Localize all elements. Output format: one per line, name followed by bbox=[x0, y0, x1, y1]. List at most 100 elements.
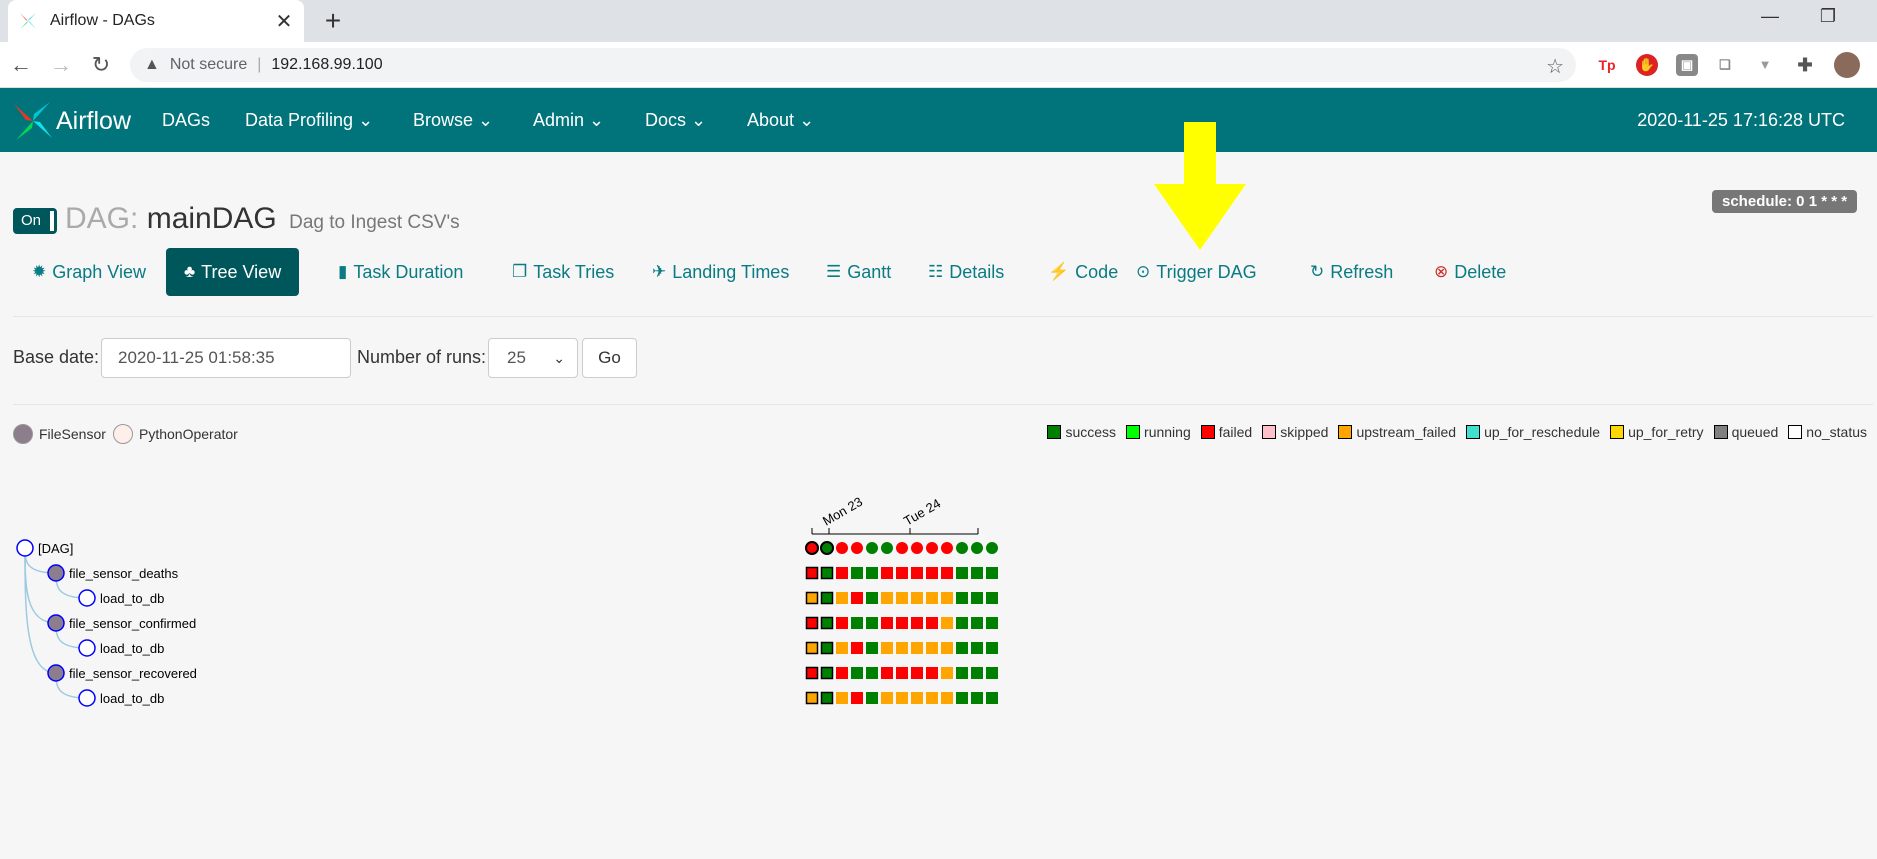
tab-gantt[interactable]: ☰ Gantt bbox=[808, 248, 909, 296]
tab-details[interactable]: ☷ Details bbox=[910, 248, 1022, 296]
close-tab-icon[interactable]: ✕ bbox=[274, 9, 294, 34]
task-instance-square[interactable] bbox=[820, 591, 834, 605]
task-instance-square[interactable] bbox=[881, 567, 893, 579]
task-instance-square[interactable] bbox=[820, 641, 834, 655]
task-instance-square[interactable] bbox=[805, 641, 819, 655]
forward-icon[interactable]: → bbox=[48, 52, 74, 78]
task-instance-square[interactable] bbox=[805, 691, 819, 705]
task-instance-square[interactable] bbox=[986, 692, 998, 704]
task-instance-square[interactable] bbox=[971, 617, 983, 629]
task-instance-square[interactable] bbox=[971, 667, 983, 679]
nav-browse[interactable]: Browse ⌄ bbox=[413, 110, 493, 131]
dag-run-circle[interactable] bbox=[836, 542, 848, 554]
nav-docs[interactable]: Docs ⌄ bbox=[645, 110, 706, 131]
bookmark-star-icon[interactable]: ☆ bbox=[1546, 54, 1564, 79]
task-instance-square[interactable] bbox=[836, 617, 848, 629]
task-label[interactable]: load_to_db bbox=[100, 641, 164, 656]
go-button[interactable]: Go bbox=[582, 338, 637, 378]
task-node[interactable] bbox=[78, 589, 96, 607]
task-instance-square[interactable] bbox=[866, 642, 878, 654]
num-runs-select[interactable]: 25 ⌄ bbox=[488, 338, 578, 378]
task-instance-square[interactable] bbox=[926, 567, 938, 579]
task-instance-square[interactable] bbox=[941, 567, 953, 579]
nav-data-profiling[interactable]: Data Profiling ⌄ bbox=[245, 110, 373, 131]
task-label[interactable]: file_sensor_deaths bbox=[69, 566, 179, 581]
extension-v-icon[interactable]: ▼ bbox=[1754, 54, 1776, 76]
task-instance-square[interactable] bbox=[911, 617, 923, 629]
tab-graph-view[interactable]: ✹ Graph View bbox=[14, 248, 164, 296]
task-node[interactable] bbox=[47, 664, 65, 682]
dag-run-circle[interactable] bbox=[820, 541, 834, 555]
task-instance-square[interactable] bbox=[911, 667, 923, 679]
task-instance-square[interactable] bbox=[971, 642, 983, 654]
task-instance-square[interactable] bbox=[926, 667, 938, 679]
dag-run-circle[interactable] bbox=[986, 542, 998, 554]
dag-run-circle[interactable] bbox=[805, 541, 819, 555]
dag-run-circle[interactable] bbox=[896, 542, 908, 554]
task-instance-square[interactable] bbox=[986, 567, 998, 579]
task-instance-square[interactable] bbox=[851, 667, 863, 679]
task-instance-square[interactable] bbox=[941, 667, 953, 679]
nav-about[interactable]: About ⌄ bbox=[747, 110, 814, 131]
task-instance-square[interactable] bbox=[836, 642, 848, 654]
tab-refresh[interactable]: ↻ Refresh bbox=[1292, 248, 1411, 296]
extension-square-icon[interactable]: ▣ bbox=[1676, 54, 1698, 76]
task-instance-square[interactable] bbox=[851, 642, 863, 654]
new-tab-button[interactable]: + bbox=[318, 6, 348, 36]
task-label[interactable]: load_to_db bbox=[100, 691, 164, 706]
dag-run-circle[interactable] bbox=[926, 542, 938, 554]
task-instance-square[interactable] bbox=[881, 667, 893, 679]
tab-tree-view[interactable]: ♣ Tree View bbox=[166, 248, 300, 296]
task-instance-square[interactable] bbox=[986, 617, 998, 629]
tab-trigger-dag[interactable]: ⊙ Trigger DAG bbox=[1118, 248, 1275, 296]
task-instance-square[interactable] bbox=[836, 592, 848, 604]
airflow-brand[interactable]: Airflow bbox=[12, 100, 131, 142]
dag-run-circle[interactable] bbox=[866, 542, 878, 554]
tab-task-duration[interactable]: ▮ Task Duration bbox=[320, 248, 481, 296]
task-instance-square[interactable] bbox=[851, 617, 863, 629]
browser-tab[interactable]: Airflow - DAGs ✕ bbox=[8, 0, 304, 42]
back-icon[interactable]: ← bbox=[8, 52, 34, 78]
task-instance-square[interactable] bbox=[956, 592, 968, 604]
base-date-input[interactable]: 2020-11-25 01:58:35 bbox=[101, 338, 351, 378]
task-instance-square[interactable] bbox=[805, 666, 819, 680]
task-instance-square[interactable] bbox=[896, 692, 908, 704]
task-instance-square[interactable] bbox=[820, 666, 834, 680]
task-instance-square[interactable] bbox=[820, 616, 834, 630]
dag-run-circle[interactable] bbox=[911, 542, 923, 554]
tab-delete[interactable]: ⊗ Delete bbox=[1416, 248, 1524, 296]
tab-landing-times[interactable]: ✈ Landing Times bbox=[634, 248, 807, 296]
task-instance-square[interactable] bbox=[986, 592, 998, 604]
task-instance-square[interactable] bbox=[956, 692, 968, 704]
task-instance-square[interactable] bbox=[941, 592, 953, 604]
task-instance-square[interactable] bbox=[896, 667, 908, 679]
extension-tp-icon[interactable]: Tp bbox=[1596, 54, 1618, 76]
task-instance-square[interactable] bbox=[820, 566, 834, 580]
task-instance-square[interactable] bbox=[881, 617, 893, 629]
dag-run-circle[interactable] bbox=[956, 542, 968, 554]
task-instance-square[interactable] bbox=[851, 567, 863, 579]
task-instance-square[interactable] bbox=[896, 642, 908, 654]
task-instance-square[interactable] bbox=[911, 692, 923, 704]
profile-avatar[interactable] bbox=[1834, 52, 1860, 78]
extension-adblock-icon[interactable]: ✋ bbox=[1636, 54, 1658, 76]
dag-run-circle[interactable] bbox=[941, 542, 953, 554]
task-label[interactable]: load_to_db bbox=[100, 591, 164, 606]
tab-task-tries[interactable]: ❐ Task Tries bbox=[494, 248, 632, 296]
task-node[interactable] bbox=[47, 614, 65, 632]
task-instance-square[interactable] bbox=[805, 616, 819, 630]
task-instance-square[interactable] bbox=[986, 642, 998, 654]
restore-icon[interactable]: ❐ bbox=[1808, 6, 1848, 27]
task-instance-square[interactable] bbox=[836, 567, 848, 579]
task-instance-square[interactable] bbox=[926, 642, 938, 654]
task-instance-square[interactable] bbox=[941, 692, 953, 704]
task-instance-square[interactable] bbox=[881, 642, 893, 654]
nav-dags[interactable]: DAGs bbox=[162, 110, 210, 131]
dag-pause-toggle[interactable]: On bbox=[13, 208, 57, 234]
dag-run-circle[interactable] bbox=[851, 542, 863, 554]
task-node[interactable] bbox=[16, 539, 34, 557]
task-instance-square[interactable] bbox=[866, 692, 878, 704]
task-instance-square[interactable] bbox=[956, 667, 968, 679]
task-instance-square[interactable] bbox=[896, 617, 908, 629]
url-text[interactable]: 192.168.99.100 bbox=[271, 56, 382, 74]
